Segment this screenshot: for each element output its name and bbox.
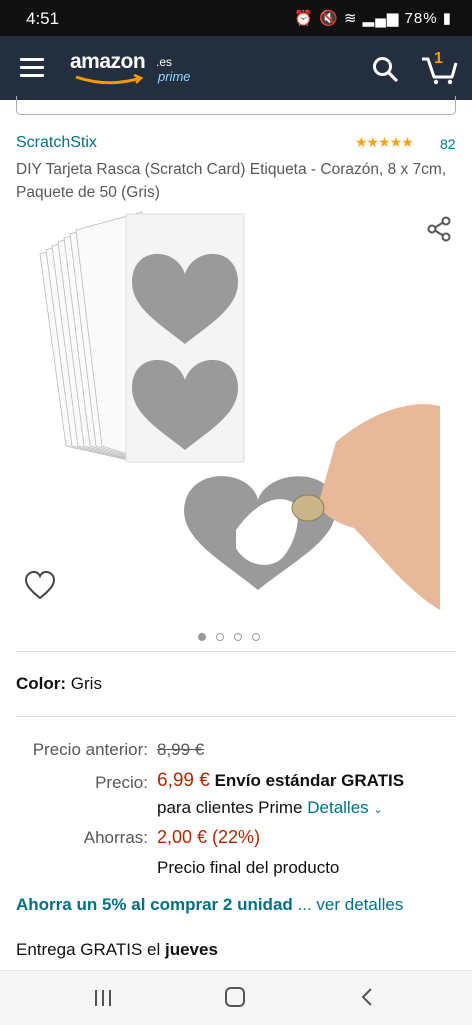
product-title: DIY Tarjeta Rasca (Scratch Card) Etiquet… [16,161,447,201]
status-bar: 4:51 ⏰ 🔇 ≋ ▂▄▆ 78% ▮ [0,0,472,36]
price-value: 6,99 € [157,770,210,791]
shipping-text: Envío estándar GRATIS [214,771,405,790]
price-block: 6,99 € Envío estándar GRATIS [157,770,404,792]
battery-level: 78% [404,10,438,27]
delivery-day: jueves [164,940,218,959]
savings-label: Ahorras: [83,828,148,847]
carousel-dot[interactable] [252,633,260,641]
delivery-prefix: Entrega GRATIS el [16,940,161,959]
chevron-down-icon: ⌄ [373,804,383,816]
search-icon[interactable] [372,56,398,82]
app-header: amazon .es prime 1 [0,36,472,100]
product-image[interactable] [36,210,440,614]
promo-details-link[interactable]: ... ver detalles [298,895,404,914]
status-icons: ⏰ 🔇 ≋ ▂▄▆ 78% ▮ [294,10,452,27]
carousel-dot[interactable] [198,633,206,641]
system-nav-bar [0,970,472,1025]
carousel-dot[interactable] [216,633,224,641]
carousel-dot[interactable] [234,633,242,641]
promo-text: Ahorra un 5% al comprar 2 unidad [16,895,293,914]
details-link-label: Detalles [307,798,369,817]
amazon-logo[interactable]: amazon .es prime [70,50,191,90]
logo-prime: prime [158,69,191,84]
divider [16,651,456,652]
menu-icon[interactable] [20,58,44,78]
recent-apps-icon[interactable] [92,988,114,1008]
heart-favorite-icon[interactable] [24,571,56,601]
rating-count[interactable]: 82 [440,136,456,152]
divider [16,716,456,717]
cart-count-badge: 1 [434,50,443,67]
logo-smile-icon [75,74,144,85]
savings-value: 2,00 € (22%) [157,827,261,847]
previous-price-value: 8,99 € [157,740,205,759]
logo-word: amazon [70,50,146,73]
color-selection[interactable]: Color: Gris [16,674,102,694]
previous-price-label: Precio anterior: [32,740,148,759]
prime-text: para clientes Prime [157,798,303,817]
details-link[interactable]: Detalles ⌄ [307,798,382,817]
color-value: Gris [70,674,102,693]
final-price-note: Precio final del producto [157,858,340,877]
logo-tld: .es [156,55,173,69]
brand-link[interactable]: ScratchStix [16,134,97,152]
home-icon[interactable] [225,987,245,1007]
prime-line: para clientes Prime Detalles ⌄ [157,798,383,818]
back-icon[interactable] [360,987,374,1007]
price-label: Precio: [95,773,148,792]
delivery-info: Entrega GRATIS el jueves [16,940,218,960]
image-carousel-dots[interactable] [198,628,270,646]
search-bar-edge[interactable] [16,96,456,115]
promo-link[interactable]: Ahorra un 5% al comprar 2 unidad ... ver… [16,895,403,915]
status-time: 4:51 [26,9,60,28]
star-rating[interactable]: ★★★★★ [355,134,414,151]
color-label: Color: [16,674,67,693]
